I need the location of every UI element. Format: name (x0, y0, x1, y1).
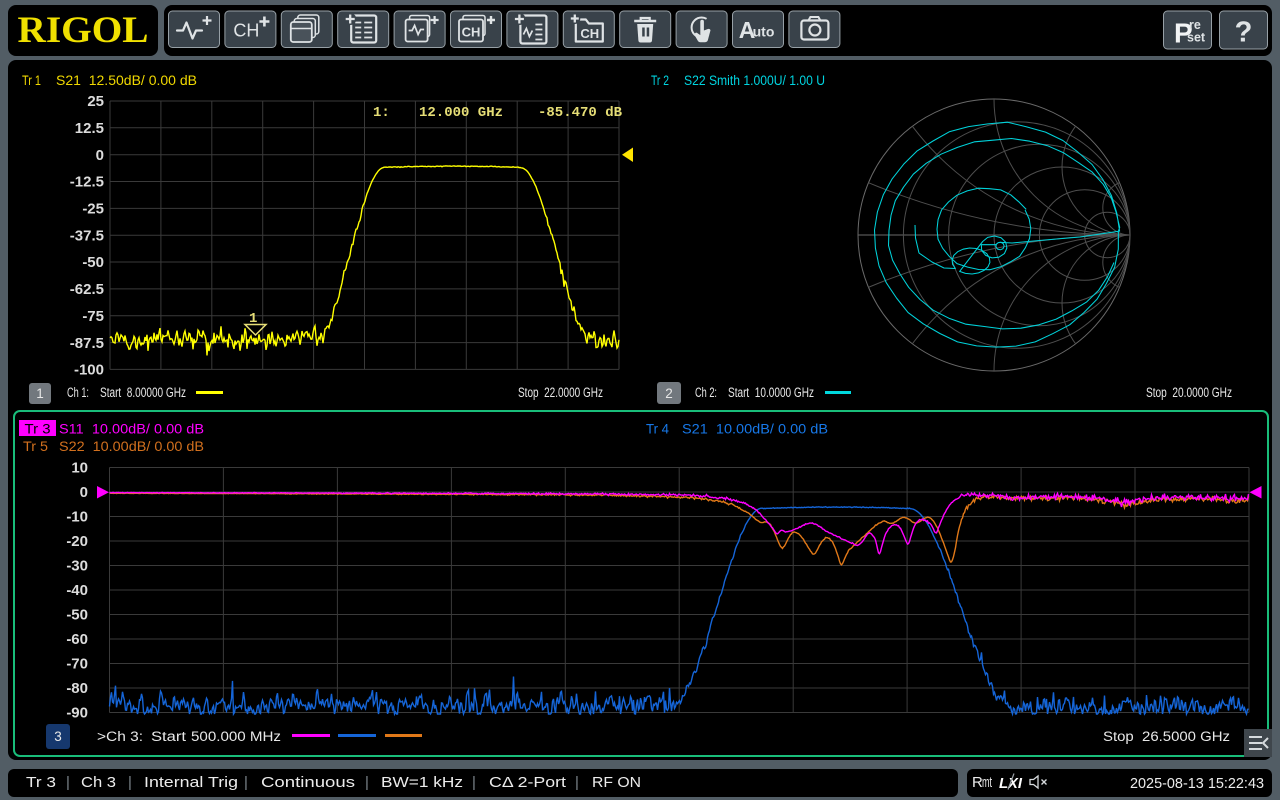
svg-text:-75: -75 (82, 308, 104, 325)
svg-text:BW=1 kHz: BW=1 kHz (381, 774, 463, 791)
svg-text:CH: CH (580, 26, 599, 41)
svg-text:Internal Trig: Internal Trig (144, 774, 238, 791)
svg-text:mt: mt (982, 774, 992, 791)
svg-text:-12.5: -12.5 (70, 174, 104, 191)
svg-text:500.000 MHz: 500.000 MHz (191, 729, 281, 744)
svg-text:Tr 3: Tr 3 (26, 774, 56, 791)
svg-text:25: 25 (87, 93, 104, 110)
svg-text:0: 0 (96, 147, 104, 164)
svg-text:12.000 GHz: 12.000 GHz (419, 105, 503, 121)
svg-text:S22 Smith 1.000U/ 1.00 U: S22 Smith 1.000U/ 1.00 U (684, 73, 825, 88)
svg-text:1:: 1: (373, 105, 390, 121)
svg-text:S11 10.00dB/ 0.00 dB: S11 10.00dB/ 0.00 dB (59, 422, 204, 437)
svg-text:-90: -90 (66, 705, 88, 722)
svg-text:S21 10.00dB/ 0.00 dB: S21 10.00dB/ 0.00 dB (682, 422, 828, 437)
svg-text:|: | (472, 774, 476, 791)
svg-text:-50: -50 (82, 254, 104, 271)
svg-text:-70: -70 (66, 656, 88, 673)
svg-text:Tr 5: Tr 5 (23, 439, 48, 454)
svg-text:S22 10.00dB/ 0.00 dB: S22 10.00dB/ 0.00 dB (59, 439, 204, 454)
svg-text:|: | (66, 774, 70, 791)
svg-text:3: 3 (54, 729, 62, 744)
svg-text:|: | (244, 774, 248, 791)
svg-text:>Ch 3:: >Ch 3: (97, 729, 143, 744)
svg-text:-40: -40 (66, 582, 88, 599)
svg-text:RIGOL: RIGOL (18, 10, 149, 50)
svg-text:-80: -80 (66, 680, 88, 697)
svg-text:Tr 3: Tr 3 (25, 422, 51, 437)
svg-text:Start 10.0000 GHz: Start 10.0000 GHz (728, 385, 814, 400)
svg-text:1: 1 (249, 311, 257, 327)
svg-text:-85.470 dB: -85.470 dB (538, 105, 623, 121)
svg-text:Ch 3: Ch 3 (81, 774, 116, 791)
svg-text:Ch 1:: Ch 1: (67, 385, 89, 400)
svg-text:-37.5: -37.5 (70, 227, 104, 244)
svg-text:0: 0 (80, 484, 88, 501)
svg-text:-20: -20 (66, 533, 88, 550)
svg-text:|: | (575, 774, 579, 791)
svg-text:Tr 1: Tr 1 (22, 73, 41, 88)
svg-text:12.5: 12.5 (75, 120, 104, 137)
svg-text:Tr 2: Tr 2 (651, 73, 669, 88)
svg-text:S21 12.50dB/ 0.00 dB: S21 12.50dB/ 0.00 dB (56, 73, 197, 88)
svg-text:Start: Start (151, 729, 186, 744)
svg-text:Tr 4: Tr 4 (646, 422, 669, 437)
svg-text:-50: -50 (66, 607, 88, 624)
svg-text:-25: -25 (82, 201, 104, 218)
svg-text:1: 1 (36, 386, 44, 401)
svg-text:-60: -60 (66, 631, 88, 648)
svg-text:CΔ 2-Port: CΔ 2-Port (489, 774, 567, 791)
svg-text:Stop 26.5000 GHz: Stop 26.5000 GHz (1103, 729, 1230, 744)
svg-text:Start 8.00000 GHz: Start 8.00000 GHz (100, 385, 186, 400)
svg-text:2025-08-13 15:22:43: 2025-08-13 15:22:43 (1130, 775, 1264, 792)
svg-text:CH: CH (233, 21, 259, 41)
svg-text:10: 10 (71, 460, 88, 477)
svg-text:-100: -100 (74, 362, 104, 379)
svg-text:-87.5: -87.5 (70, 335, 104, 352)
svg-text:RF ON: RF ON (592, 774, 641, 791)
svg-text:LXI: LXI (999, 775, 1023, 792)
svg-text:uto: uto (753, 24, 775, 40)
svg-text:2: 2 (665, 386, 673, 401)
svg-text:Stop 22.0000 GHz: Stop 22.0000 GHz (518, 385, 603, 400)
svg-text:set: set (1187, 31, 1206, 45)
svg-text:Continuous: Continuous (261, 774, 355, 791)
svg-text:-30: -30 (66, 558, 88, 575)
svg-text:CH: CH (462, 25, 481, 40)
svg-text:|: | (365, 774, 369, 791)
svg-text:?: ? (1235, 17, 1253, 49)
svg-text:Stop 20.0000 GHz: Stop 20.0000 GHz (1146, 385, 1232, 400)
svg-text:-62.5: -62.5 (70, 281, 104, 298)
svg-text:Ch 2:: Ch 2: (695, 385, 717, 400)
svg-text:-10: -10 (66, 509, 88, 526)
svg-text:|: | (128, 774, 132, 791)
